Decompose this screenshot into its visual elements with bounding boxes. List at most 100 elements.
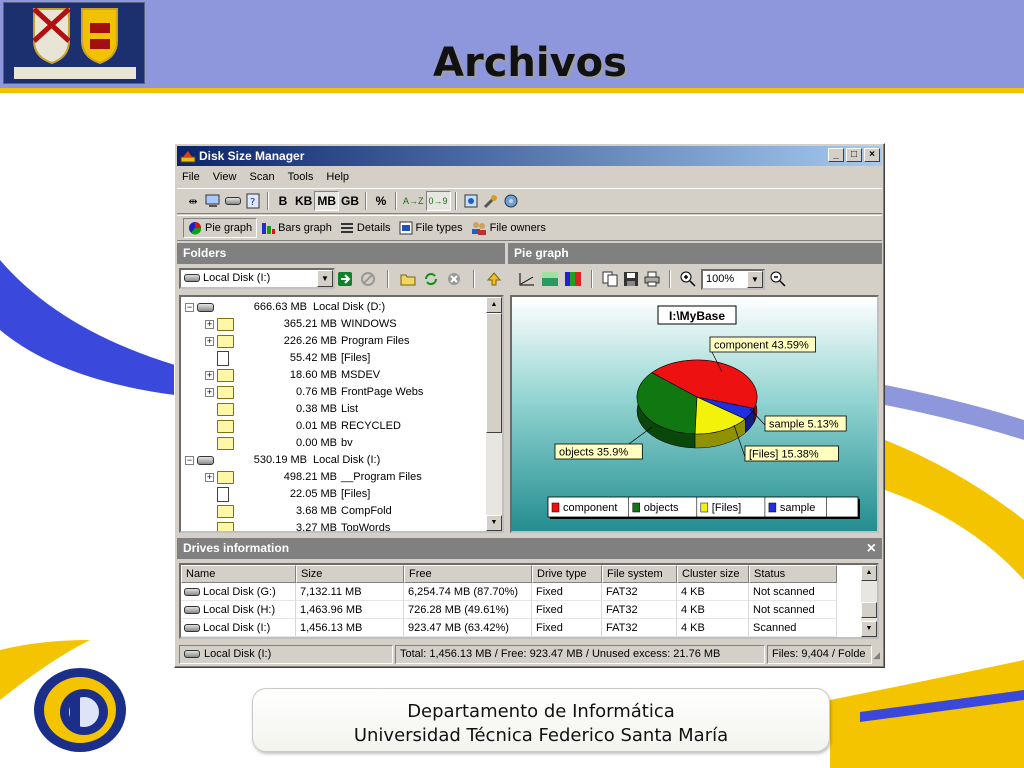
tab-details[interactable]: Details — [336, 218, 395, 238]
print-icon[interactable] — [644, 271, 660, 287]
tree-row[interactable]: +498.21 MB __Program Files — [181, 469, 481, 486]
tree-scrollbar[interactable]: ▲ ▼ — [486, 297, 502, 531]
expand-icon[interactable]: + — [205, 371, 214, 380]
column-header[interactable]: Name — [181, 565, 296, 583]
tree-row[interactable]: +365.21 MB WINDOWS — [181, 316, 481, 333]
tree-item-size: 666.63 MB — [253, 301, 307, 313]
tree-item-name: TopWords — [341, 522, 391, 533]
drive-icon — [184, 624, 200, 632]
expand-icon[interactable]: + — [205, 473, 214, 482]
tab-file-owners[interactable]: File owners — [467, 218, 550, 238]
close-pane-icon[interactable]: × — [867, 538, 876, 559]
colors-icon[interactable] — [564, 271, 582, 287]
collapse-icon[interactable]: − — [185, 303, 194, 312]
fit-width-icon[interactable]: ⇹ — [183, 191, 203, 211]
chevron-down-icon[interactable]: ▼ — [747, 270, 763, 288]
column-header[interactable]: Size — [296, 565, 404, 583]
copy-icon[interactable] — [602, 271, 618, 287]
column-header[interactable]: Cluster size — [677, 565, 749, 583]
tree-row[interactable]: 3.68 MB CompFold — [181, 503, 481, 520]
gradient-background-icon[interactable] — [541, 271, 559, 287]
zoom-value: 100% — [706, 272, 735, 285]
drive-select[interactable]: Local Disk (I:) ▼ — [179, 268, 335, 289]
expand-icon[interactable]: + — [205, 320, 214, 329]
tree-row[interactable]: +226.26 MB Program Files — [181, 333, 481, 350]
tree-item-size: 22.05 MB — [289, 488, 337, 500]
properties-icon[interactable] — [461, 191, 481, 211]
tab-bars-graph[interactable]: Bars graph — [257, 218, 336, 238]
zoom-in-icon[interactable] — [680, 271, 696, 287]
menu-file[interactable]: File — [177, 171, 205, 183]
window-titlebar[interactable]: Disk Size Manager _ □ × — [177, 146, 882, 166]
percent-button[interactable]: % — [371, 191, 391, 211]
tab-file-types[interactable]: File types — [395, 218, 467, 238]
tree-row[interactable]: − 666.63 MB Local Disk (D:) — [181, 299, 481, 316]
unit-kb-button[interactable]: KB — [293, 191, 314, 211]
tree-row[interactable]: 0.01 MB RECYCLED — [181, 418, 481, 435]
drive-name-cell[interactable]: Local Disk (G:) — [181, 583, 296, 601]
tree-row[interactable]: 22.05 MB [Files] — [181, 486, 481, 503]
sort-az-button[interactable]: A→Z — [401, 191, 426, 211]
open-folder-icon[interactable] — [400, 271, 416, 287]
close-button[interactable]: × — [864, 148, 880, 162]
tree-row[interactable]: 55.42 MB [Files] — [181, 350, 481, 367]
column-header[interactable]: Free — [404, 565, 532, 583]
app-icon — [180, 151, 196, 163]
table-cell: Scanned — [749, 619, 837, 637]
sort-09-button[interactable]: 0→9 — [425, 191, 451, 211]
unit-bytes-button[interactable]: B — [273, 191, 293, 211]
chevron-down-icon[interactable]: ▼ — [317, 270, 333, 287]
scroll-up-icon[interactable]: ▲ — [861, 565, 877, 581]
column-header[interactable]: File system — [602, 565, 677, 583]
menu-help[interactable]: Help — [321, 171, 354, 183]
scroll-up-icon[interactable]: ▲ — [486, 297, 502, 313]
menu-scan[interactable]: Scan — [245, 171, 280, 183]
tree-row[interactable]: − 530.19 MB Local Disk (I:) — [181, 452, 481, 469]
save-icon[interactable] — [623, 271, 639, 287]
scroll-thumb[interactable] — [861, 602, 877, 618]
menu-tools[interactable]: Tools — [283, 171, 319, 183]
drives-pane-title: Drives information — [183, 541, 290, 555]
settings-gear-icon[interactable] — [501, 191, 521, 211]
tab-pie-graph[interactable]: Pie graph — [183, 218, 258, 238]
resize-grip-icon[interactable]: ◢ — [873, 650, 880, 661]
scan-computer-icon[interactable] — [203, 191, 223, 211]
up-folder-icon[interactable] — [486, 271, 502, 287]
collapse-icon[interactable]: − — [185, 456, 194, 465]
scroll-down-icon[interactable]: ▼ — [486, 515, 502, 531]
tree-row[interactable]: 0.38 MB List — [181, 401, 481, 418]
axis-chart-icon[interactable] — [518, 271, 536, 287]
view-toolbar: Pie graph Bars graph Details File types … — [177, 215, 882, 241]
column-header[interactable]: Drive type — [532, 565, 602, 583]
refresh-icon[interactable] — [423, 271, 439, 287]
footer-box: Departamento de Informática Universidad … — [252, 688, 830, 752]
drives-scrollbar[interactable]: ▲ ▼ — [861, 565, 877, 637]
scroll-down-icon[interactable]: ▼ — [861, 621, 877, 637]
drive-name-cell[interactable]: Local Disk (I:) — [181, 619, 296, 637]
scan-help-icon[interactable]: ? — [243, 191, 263, 211]
unit-gb-button[interactable]: GB — [339, 191, 361, 211]
scan-drive-icon[interactable] — [223, 191, 243, 211]
column-header[interactable]: Status — [749, 565, 837, 583]
tree-row[interactable]: 0.00 MB bv — [181, 435, 481, 452]
tree-row[interactable]: +0.76 MB FrontPage Webs — [181, 384, 481, 401]
zoom-select[interactable]: 100% ▼ — [701, 268, 765, 290]
unit-mb-button[interactable]: MB — [314, 191, 340, 211]
pie-label: component 43.59% — [714, 340, 809, 352]
tree-row[interactable]: 3.27 MB TopWords — [181, 520, 481, 533]
expand-icon[interactable]: + — [205, 337, 214, 346]
minimize-button[interactable]: _ — [828, 148, 844, 162]
expand-icon[interactable]: + — [205, 388, 214, 397]
go-arrow-icon[interactable] — [337, 271, 353, 287]
tools-icon[interactable] — [481, 191, 501, 211]
stop-icon[interactable] — [446, 271, 462, 287]
menu-view[interactable]: View — [208, 171, 242, 183]
tree-row[interactable]: +18.60 MB MSDEV — [181, 367, 481, 384]
maximize-button[interactable]: □ — [846, 148, 862, 162]
scroll-thumb[interactable] — [486, 313, 502, 433]
status-files: Files: 9,404 / Folde — [767, 645, 872, 664]
cancel-scan-icon[interactable] — [360, 271, 376, 287]
file-icon — [217, 351, 229, 366]
zoom-out-icon[interactable] — [770, 271, 786, 287]
drive-name-cell[interactable]: Local Disk (H:) — [181, 601, 296, 619]
